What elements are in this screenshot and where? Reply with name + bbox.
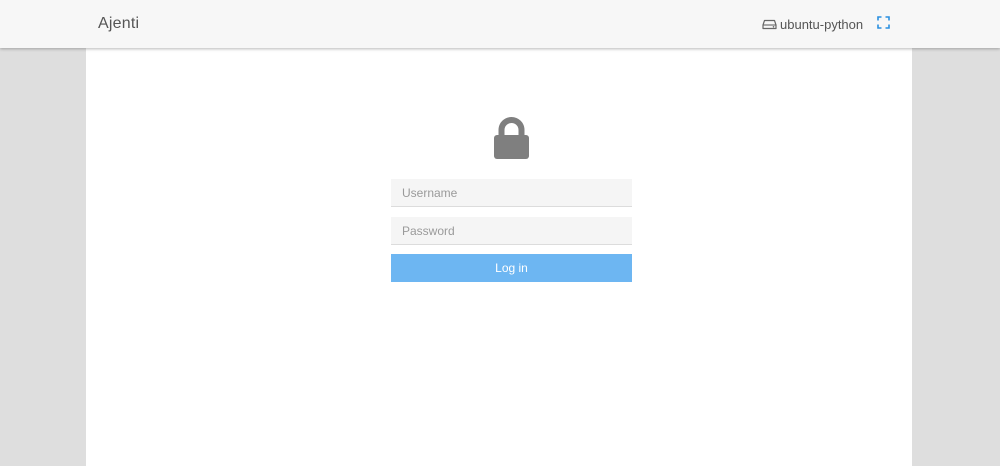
host-name: ubuntu-python [780, 16, 864, 32]
expand-icon [877, 16, 890, 29]
password-input[interactable] [391, 217, 632, 245]
top-navbar: Ajenti ubuntu-python [0, 0, 1000, 48]
host-indicator[interactable]: ubuntu-python [762, 15, 863, 33]
login-button[interactable]: Log in [391, 254, 632, 282]
lock-icon [492, 117, 531, 161]
server-drive-icon [762, 18, 777, 30]
username-input[interactable] [391, 179, 632, 207]
fullscreen-toggle[interactable] [877, 16, 890, 29]
brand-title[interactable]: Ajenti [98, 14, 139, 34]
